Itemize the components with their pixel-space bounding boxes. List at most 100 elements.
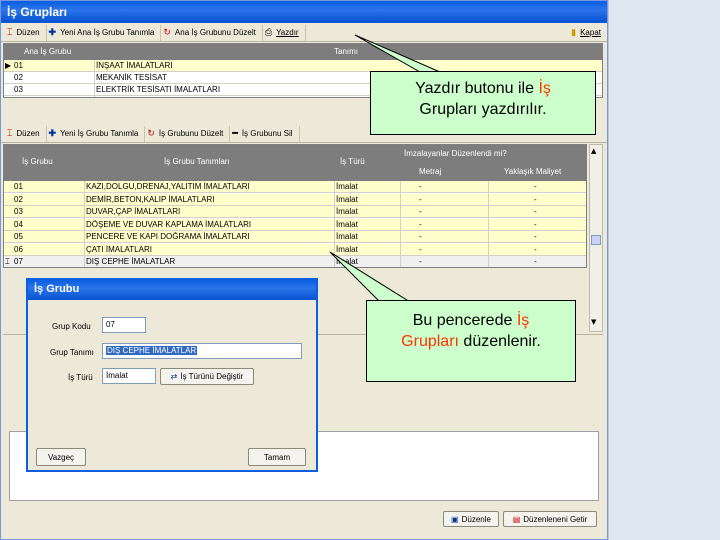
row-type: İmalat bbox=[336, 232, 358, 241]
table-row[interactable]: 02 DEMİR,BETON,KALIP İMALATLARI İmalat - - bbox=[4, 193, 586, 206]
table-row[interactable]: 03 DUVAR,ÇAP İMALATLARI İmalat - - bbox=[4, 206, 586, 218]
row-name: DIŞ CEPHE İMALATLAR bbox=[86, 257, 176, 266]
delete-group-button[interactable]: ━ İş Grubunu Sil bbox=[230, 125, 300, 142]
row-code: 01 bbox=[14, 182, 23, 191]
row-cost: - bbox=[534, 244, 537, 254]
row-metraj: - bbox=[419, 244, 422, 254]
code-label: Grup Kodu bbox=[52, 322, 91, 331]
plus-icon: ✚ bbox=[48, 27, 57, 37]
group-dialog: İş Grubu Grup Kodu 07 Grup Tanımı DIŞ CE… bbox=[26, 278, 318, 472]
row-cost: - bbox=[534, 207, 537, 216]
dialog-title: İş Grubu bbox=[34, 283, 80, 295]
vertical-scrollbar[interactable]: ▲ ▼ bbox=[589, 144, 603, 332]
edit-icon: ⌶ bbox=[7, 128, 13, 138]
name-selected-text: DIŞ CEPHE İMALATLAR bbox=[106, 346, 198, 355]
row-type: İmalat bbox=[336, 207, 358, 216]
header-definition: Tanımı bbox=[334, 47, 359, 56]
grid-divider bbox=[94, 60, 95, 97]
close-button[interactable]: ▮ Kapat bbox=[569, 25, 607, 41]
row-metraj: - bbox=[419, 182, 422, 191]
table-row[interactable]: 05 PENCERE VE KAPI DOĞRAMA İMALATLARI İmal… bbox=[4, 231, 586, 243]
sub-group-grid: İş Grubu İş Grubu Tanımları İş Türü İmza… bbox=[3, 144, 587, 268]
row-type: İmalat bbox=[336, 182, 358, 191]
cancel-button[interactable]: Vazgeç bbox=[36, 448, 86, 466]
row-metraj: - bbox=[419, 219, 422, 229]
row-cost: - bbox=[534, 257, 537, 266]
row-cursor-icon: ⌶ bbox=[5, 257, 10, 266]
new-main-group-button[interactable]: ✚ Yeni Ana İş Grubu Tanımla bbox=[47, 24, 162, 41]
edit-main-group-button[interactable]: ↻ Ana İş Grubunu Düzelt bbox=[161, 24, 263, 41]
row-name: DÖŞEME VE DUVAR KAPLAMA İMALATLARI bbox=[86, 219, 252, 229]
edit-group-button[interactable]: ↻ İş Grubunu Düzelt bbox=[145, 125, 231, 142]
scroll-thumb[interactable] bbox=[591, 235, 601, 245]
print-button[interactable]: ⎙ Yazdır bbox=[263, 24, 306, 41]
row-code: 06 bbox=[14, 244, 23, 254]
scroll-up-icon[interactable]: ▲ bbox=[591, 147, 596, 155]
row-cost: - bbox=[534, 219, 537, 229]
row-code: 02 bbox=[14, 194, 23, 204]
grid-divider bbox=[84, 181, 85, 267]
edit-icon: ⌶ bbox=[7, 27, 13, 37]
row-type: İmalat bbox=[336, 257, 358, 266]
printer-icon: ⎙ bbox=[264, 27, 273, 37]
new-group-button[interactable]: ✚ Yeni İş Grubu Tanımla bbox=[47, 125, 146, 142]
row-type: İmalat bbox=[336, 219, 358, 229]
table-row[interactable]: 01 KAZI,DOLGU,DRENAJ,YALITIM İMALATLARI İm… bbox=[4, 181, 586, 193]
window-title: İş Grupları bbox=[7, 5, 68, 19]
row-type: İmalat bbox=[336, 194, 358, 204]
document-icon: ▤ bbox=[512, 514, 521, 524]
row-cost: - bbox=[534, 182, 537, 191]
row-name: DUVAR,ÇAP İMALATLARI bbox=[86, 207, 181, 216]
header-main-group: Ana İş Grubu bbox=[24, 47, 72, 56]
code-input[interactable]: 07 bbox=[102, 317, 146, 333]
table-row[interactable]: 04 DÖŞEME VE DUVAR KAPLAMA İMALATLARI İmal… bbox=[4, 218, 586, 231]
dialog-titlebar: İş Grubu bbox=[28, 280, 316, 300]
main-grid-header: Ana İş Grubu Tanımı bbox=[4, 44, 602, 60]
row-name: DEMİR,BETON,KALIP İMALATLARI bbox=[86, 194, 215, 204]
refresh-icon: ↻ bbox=[147, 128, 155, 138]
row-name: PENCERE VE KAPI DOĞRAMA İMALATLARI bbox=[86, 232, 250, 241]
row-cost: - bbox=[534, 194, 537, 204]
change-type-button[interactable]: ⇄ İş Türünü Değiştir bbox=[160, 368, 254, 385]
row-code: 07 bbox=[14, 257, 23, 266]
row-metraj: - bbox=[419, 232, 422, 241]
row-name: ÇATI İMALATLARI bbox=[86, 244, 152, 254]
row-metraj: - bbox=[419, 257, 422, 266]
ok-button[interactable]: Tamam bbox=[248, 448, 306, 466]
plus-icon: ✚ bbox=[48, 128, 57, 138]
refresh-icon: ↻ bbox=[163, 27, 171, 37]
grid-divider bbox=[400, 181, 401, 267]
row-type: İmalat bbox=[336, 244, 358, 254]
row-pointer-icon: ▶ bbox=[5, 61, 12, 70]
exit-icon: ▮ bbox=[571, 27, 577, 37]
table-row[interactable]: 06 ÇATI İMALATLARI İmalat - - bbox=[4, 243, 586, 256]
sub-edit-button[interactable]: ⌶ Düzen bbox=[5, 125, 47, 142]
row-name: KAZI,DOLGU,DRENAJ,YALITIM İMALATLARI bbox=[86, 182, 250, 191]
edit-button[interactable]: ⌶ Düzen bbox=[5, 24, 47, 41]
grid-divider bbox=[488, 181, 489, 267]
swap-icon: ⇄ bbox=[170, 372, 178, 381]
window-titlebar: İş Grupları bbox=[1, 1, 607, 23]
row-metraj: - bbox=[419, 207, 422, 216]
edit-bottom-button[interactable]: ▣ Düzenle bbox=[443, 511, 499, 527]
type-label: İş Türü bbox=[68, 373, 93, 382]
name-label: Grup Tanımı bbox=[50, 348, 94, 357]
table-row[interactable]: 07 DIŞ CEPHE İMALATLAR İmalat - - ⌶ bbox=[4, 256, 586, 267]
grid-divider bbox=[334, 181, 335, 267]
callout-edit: Bu pencerede İş Grupları düzenlenir. bbox=[366, 300, 576, 382]
row-code: 04 bbox=[14, 219, 23, 229]
get-editors-button[interactable]: ▤ Düzenleneni Getir bbox=[503, 511, 597, 527]
row-cost: - bbox=[534, 232, 537, 241]
sub-grid-header: İş Grubu İş Grubu Tanımları İş Türü İmza… bbox=[4, 145, 586, 181]
name-input[interactable]: DIŞ CEPHE İMALATLAR bbox=[102, 343, 302, 359]
top-toolbar: ⌶ Düzen ✚ Yeni Ana İş Grubu Tanımla ↻ Ana İ… bbox=[1, 24, 607, 42]
type-input[interactable]: İmalat bbox=[102, 368, 156, 384]
callout-print: Yazdır butonu ile İş Grupları yazdırılır… bbox=[370, 71, 596, 135]
edit-icon: ▣ bbox=[451, 514, 459, 524]
desktop-strip bbox=[608, 0, 720, 540]
minus-icon: ━ bbox=[232, 128, 238, 138]
row-code: 03 bbox=[14, 207, 23, 216]
row-metraj: - bbox=[419, 194, 422, 204]
row-code: 05 bbox=[14, 232, 23, 241]
scroll-down-icon[interactable]: ▼ bbox=[591, 318, 596, 326]
